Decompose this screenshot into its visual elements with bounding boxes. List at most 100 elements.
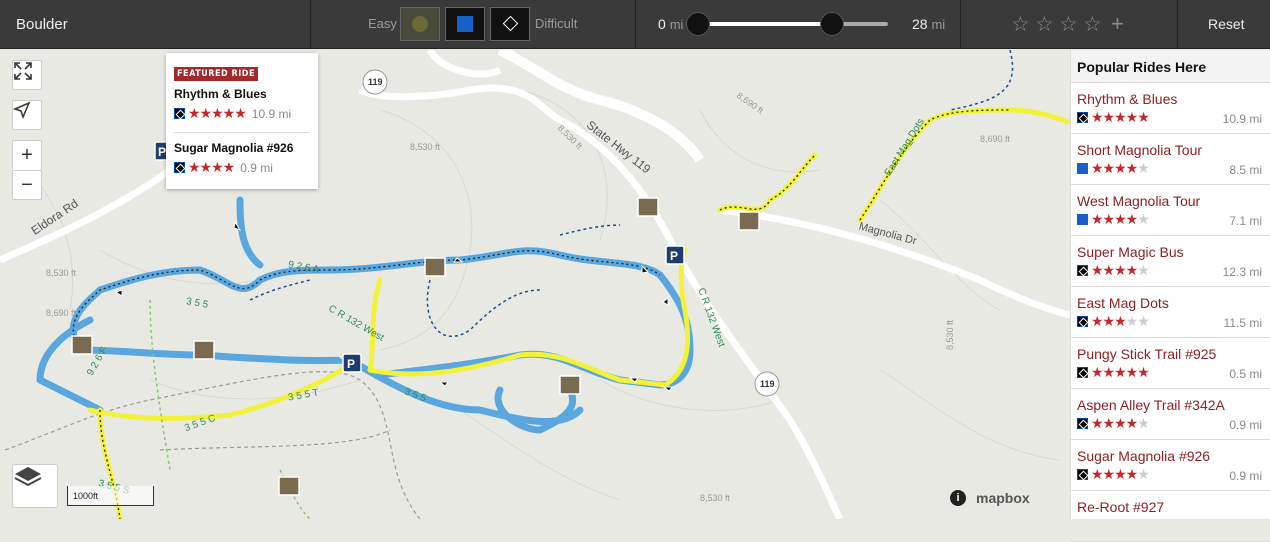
list-item[interactable]: Rhythm & Blues ★★★★★ 10.9 mi (1071, 83, 1270, 134)
reset-button[interactable]: Reset (1178, 0, 1270, 49)
ride-distance: 0.9 mi (1229, 418, 1262, 432)
list-item[interactable]: Re-Root #927 (1071, 491, 1270, 542)
intermediate-difficulty-button[interactable] (445, 7, 485, 41)
zoom-out-button[interactable]: − (12, 170, 42, 200)
list-item[interactable]: Aspen Alley Trail #342A ★★★★★ 0.9 mi (1071, 389, 1270, 440)
distance-max-handle[interactable] (820, 12, 844, 36)
black-diamond-icon (174, 162, 185, 173)
layers-button[interactable] (12, 464, 58, 508)
star-icon[interactable]: ☆ (1083, 12, 1102, 37)
star-icon[interactable]: ☆ (1035, 12, 1054, 37)
rating-filter: ☆ ☆ ☆ ☆ + (961, 0, 1178, 49)
easy-difficulty-button[interactable] (400, 7, 440, 41)
expand-icon (14, 62, 32, 80)
list-item[interactable]: Pungy Stick Trail #925 ★★★★★ 0.5 mi (1071, 338, 1270, 389)
ride-name: Short Magnolia Tour (1077, 142, 1203, 158)
black-diamond-icon (1077, 316, 1088, 327)
rating-stars: ★★★★★ (1091, 364, 1150, 380)
plus-icon[interactable]: + (1111, 11, 1124, 37)
ride-name: Sugar Magnolia #926 (1077, 448, 1211, 464)
ride-distance: 12.3 mi (1222, 265, 1262, 279)
diamond-icon (502, 15, 519, 32)
map-canvas: P P P (0, 50, 1070, 519)
black-diamond-icon (1077, 112, 1088, 123)
star-icon[interactable]: ☆ (1059, 12, 1078, 37)
highway-shield: 119 (760, 379, 775, 389)
list-item[interactable]: East Mag Dots ★★★★★ 11.5 mi (1071, 287, 1270, 338)
ride-name: Rhythm & Blues (1077, 91, 1178, 107)
ride-name: Re-Root #927 (1077, 499, 1165, 515)
ride-distance: 10.9 mi (1222, 112, 1262, 126)
trail-map[interactable]: P P P State Hwy 119 Magnolia Dr Eldora R… (0, 50, 1070, 519)
popup-ride-title[interactable]: Rhythm & Blues (174, 87, 310, 101)
distance-min-unit: mi (669, 17, 684, 32)
svg-text:P: P (158, 145, 166, 159)
ride-distance: 0.9 mi (240, 160, 273, 175)
svg-text:P: P (347, 357, 355, 371)
sidebar-title: Popular Rides Here (1071, 50, 1270, 83)
list-item[interactable]: Sugar Magnolia #926 ★★★★★ 0.9 mi (1071, 440, 1270, 491)
rating-stars: ★★★★★ (1091, 109, 1150, 125)
ride-name: Super Magic Bus (1077, 244, 1184, 260)
rating-stars: ★★★★★ (1091, 160, 1150, 176)
elevation-label: 8,690 ft (46, 308, 77, 318)
star-icon[interactable]: ☆ (1011, 12, 1030, 37)
plus-icon: + (21, 144, 33, 166)
navigation-arrow-icon (13, 101, 31, 119)
black-diamond-icon (1077, 469, 1088, 480)
elevation-label: 8,690 ft (980, 134, 1011, 144)
ride-name: East Mag Dots (1077, 295, 1169, 311)
list-item[interactable]: West Magnolia Tour ★★★★★ 7.1 mi (1071, 185, 1270, 236)
distance-slider-range (698, 22, 832, 26)
rating-stars: ★★★★★ (1091, 211, 1150, 227)
ride-list: Rhythm & Blues ★★★★★ 10.9 mi Short Magnolia… (1071, 83, 1270, 542)
black-diamond-icon (1077, 265, 1088, 276)
distance-max: 28 (912, 16, 928, 32)
circle-icon (412, 16, 428, 32)
list-item[interactable]: Short Magnolia Tour ★★★★★ 8.5 mi (1071, 134, 1270, 185)
easy-label: Easy (368, 16, 397, 31)
divider (174, 132, 310, 133)
black-diamond-icon (1077, 418, 1088, 429)
fullscreen-button[interactable] (12, 60, 42, 90)
filter-bar: Boulder Easy Difficult 0 mi 28 mi ☆ ☆ ☆ … (0, 0, 1270, 49)
ride-distance: 7.1 mi (1229, 214, 1262, 228)
zoom-in-button[interactable]: + (12, 140, 42, 170)
location-selector[interactable]: Boulder (0, 0, 311, 49)
ride-name: Pungy Stick Trail #925 (1077, 346, 1217, 362)
popup-ride-title[interactable]: Sugar Magnolia #926 (174, 141, 310, 155)
info-icon[interactable]: i (950, 490, 966, 506)
rating-stars: ★★★★★ (188, 105, 247, 121)
elevation-label: 8,530 ft (46, 268, 77, 278)
ride-name: West Magnolia Tour (1077, 193, 1201, 209)
black-diamond-icon (1077, 367, 1088, 378)
rating-stars: ★★★★★ (1091, 466, 1150, 482)
ride-distance: 0.5 mi (1229, 367, 1262, 381)
mapbox-logo: mapbox (976, 490, 1030, 506)
featured-badge: FEATURED RIDE (174, 67, 259, 81)
blue-square-icon (1077, 214, 1088, 225)
ride-distance: 11.5 mi (1223, 316, 1262, 330)
ride-distance: 10.9 mi (251, 106, 292, 121)
minus-icon: − (21, 173, 33, 196)
location-label: Boulder (16, 16, 68, 33)
distance-filter: 0 mi 28 mi (636, 0, 961, 49)
svg-text:P: P (670, 249, 678, 263)
map-scale: 1000ft (67, 486, 154, 506)
distance-max-unit: mi (931, 17, 946, 32)
rating-stars: ★★★★ (188, 159, 235, 175)
blue-square-icon (1077, 163, 1088, 174)
distance-min-handle[interactable] (686, 12, 710, 36)
difficult-difficulty-button[interactable] (490, 7, 530, 41)
ride-distance: 8.5 mi (1229, 163, 1262, 177)
rating-stars: ★★★★★ (1091, 262, 1150, 278)
list-item[interactable]: Super Magic Bus ★★★★★ 12.3 mi (1071, 236, 1270, 287)
locate-button[interactable] (12, 100, 42, 130)
square-icon (457, 16, 473, 32)
elevation-label: 8,530 ft (945, 319, 956, 351)
elevation-label: 8,530 ft (700, 493, 731, 503)
rating-stars: ★★★★★ (1091, 313, 1150, 329)
layers-icon (14, 467, 42, 487)
featured-ride-popup: FEATURED RIDE Rhythm & Blues ★★★★★ 10.9 m… (166, 53, 318, 189)
reset-label: Reset (1208, 16, 1245, 32)
